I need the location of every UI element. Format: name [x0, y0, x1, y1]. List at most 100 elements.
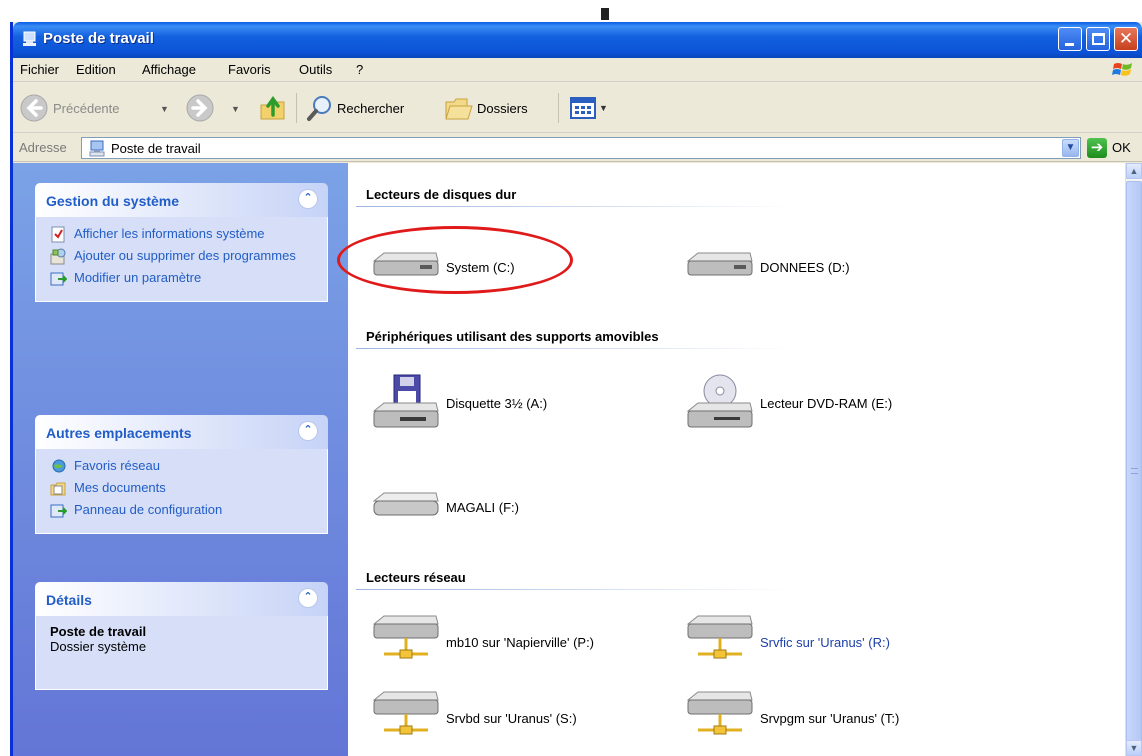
minimize-button[interactable]: [1058, 27, 1082, 51]
details-header[interactable]: Détails ⌃: [35, 582, 328, 616]
maximize-button[interactable]: [1086, 27, 1110, 51]
drive-label: MAGALI (F:): [446, 499, 519, 515]
task-change-setting[interactable]: Modifier un paramètre: [50, 269, 317, 286]
collapse-chevron-icon[interactable]: ⌃: [298, 588, 318, 608]
address-value: Poste de travail: [111, 141, 201, 156]
up-folder-button[interactable]: [258, 91, 288, 125]
menu-help[interactable]: ?: [356, 62, 363, 77]
place-my-documents[interactable]: Mes documents: [50, 479, 317, 496]
drive-r[interactable]: Srvfic sur 'Uranus' (R:): [684, 615, 890, 666]
drive-label: Disquette 3½ (A:): [446, 395, 548, 411]
drive-e[interactable]: Lecteur DVD-RAM (E:): [684, 374, 893, 428]
place-network-favorites[interactable]: Favoris réseau: [50, 457, 317, 474]
removable-drive-icon: [372, 492, 439, 516]
place-label: Favoris réseau: [74, 458, 160, 473]
details-item-type: Dossier système: [50, 639, 147, 654]
drive-label: System (C:): [446, 259, 515, 275]
forward-arrow-icon: [186, 94, 214, 122]
floppy-drive-icon: [372, 374, 439, 428]
drive-label: Lecteur DVD-RAM (E:): [760, 395, 893, 411]
menu-outils[interactable]: Outils: [299, 62, 332, 77]
place-label: Mes documents: [74, 480, 166, 495]
other-places-header[interactable]: Autres emplacements ⌃: [35, 415, 328, 449]
toolbar-separator: [558, 93, 559, 123]
network-drive-icon: [686, 691, 753, 735]
scroll-up-icon[interactable]: ▲: [1126, 163, 1142, 179]
go-label[interactable]: OK: [1112, 140, 1131, 155]
address-dropdown-button[interactable]: ▼: [1062, 139, 1079, 157]
menu-fichier[interactable]: Fichier: [20, 62, 59, 77]
folders-button[interactable]: Dossiers: [443, 91, 528, 125]
back-arrow-icon: [20, 94, 48, 122]
task-system-info[interactable]: Afficher les informations système: [50, 225, 317, 243]
details-box: Détails ⌃ Poste de travail Dossier systè…: [35, 582, 328, 690]
my-documents-icon: [50, 482, 66, 496]
other-places-body: Favoris réseau Mes documents Panneau de …: [35, 449, 328, 534]
drive-d[interactable]: DONNEES (D:): [684, 243, 850, 291]
section-divider: [356, 206, 796, 207]
network-drive-icon: [372, 691, 439, 735]
section-removable-title: Périphériques utilisant des supports amo…: [366, 329, 659, 344]
drive-t[interactable]: Srvpgm sur 'Uranus' (T:): [684, 691, 900, 742]
drive-a[interactable]: Disquette 3½ (A:): [370, 374, 548, 428]
search-button[interactable]: Rechercher: [305, 91, 404, 125]
my-computer-icon: [89, 140, 105, 157]
control-panel-icon: [50, 272, 67, 286]
forward-dropdown-icon[interactable]: ▼: [231, 104, 240, 114]
drive-label: Srvpgm sur 'Uranus' (T:): [760, 710, 900, 726]
system-info-icon: [51, 226, 65, 243]
scrollbar-thumb[interactable]: [1126, 181, 1142, 756]
scroll-down-icon[interactable]: ▼: [1126, 740, 1142, 756]
title-bar[interactable]: Poste de travail ✕: [13, 22, 1142, 58]
details-body: Poste de travail Dossier système: [35, 616, 328, 690]
minimize-icon: [1065, 43, 1074, 46]
back-button[interactable]: Précédente: [19, 91, 120, 125]
section-divider: [356, 348, 796, 349]
task-label: Modifier un paramètre: [74, 270, 202, 285]
drive-c[interactable]: System (C:): [370, 243, 515, 291]
drive-f[interactable]: MAGALI (F:): [370, 483, 519, 531]
explorer-window: Poste de travail ✕ Fichier Edition Affic…: [10, 22, 1142, 756]
views-icon: [570, 97, 596, 119]
menu-favoris[interactable]: Favoris: [228, 62, 271, 77]
back-dropdown-icon[interactable]: ▼: [160, 104, 169, 114]
windows-logo-icon: [1112, 63, 1132, 76]
back-label: Précédente: [53, 100, 120, 116]
collapse-chevron-icon[interactable]: ⌃: [298, 421, 318, 441]
my-computer-icon: [23, 31, 36, 46]
up-folder-icon: [260, 95, 285, 120]
views-button[interactable]: ▼: [569, 91, 608, 125]
standard-toolbar: Précédente ▼ ▼ Rechercher Dossiers ▼: [13, 83, 1142, 133]
address-input[interactable]: Poste de travail ▼: [81, 137, 1081, 159]
place-label: Panneau de configuration: [74, 502, 223, 517]
section-network-title: Lecteurs réseau: [366, 570, 466, 585]
task-add-remove-programs[interactable]: Ajouter ou supprimer des programmes: [50, 247, 317, 265]
close-button[interactable]: ✕: [1114, 27, 1138, 51]
go-button[interactable]: ➔: [1087, 138, 1107, 158]
network-places-icon: [52, 459, 66, 473]
place-control-panel[interactable]: Panneau de configuration: [50, 501, 317, 518]
menu-affichage[interactable]: Affichage: [142, 62, 196, 77]
search-label: Rechercher: [337, 100, 405, 116]
network-drive-icon: [372, 615, 439, 659]
control-panel-icon: [50, 504, 67, 518]
other-places-title: Autres emplacements: [46, 425, 192, 441]
grip-icon: [1131, 468, 1138, 474]
details-title: Détails: [46, 592, 92, 608]
menu-bar: Fichier Edition Affichage Favoris Outils…: [13, 58, 1142, 82]
folders-icon: [445, 98, 473, 120]
forward-button[interactable]: [185, 91, 215, 125]
vertical-scrollbar[interactable]: ▲ ▼: [1125, 163, 1142, 756]
desktop-fragment: [601, 8, 609, 20]
search-icon: [307, 96, 331, 121]
drive-label: Srvbd sur 'Uranus' (S:): [446, 710, 577, 726]
content-area: Lecteurs de disques dur System (C:) DONN…: [348, 163, 1125, 756]
network-drive-icon: [686, 615, 753, 659]
menu-edition[interactable]: Edition: [76, 62, 116, 77]
drive-p[interactable]: mb10 sur 'Napierville' (P:): [370, 615, 594, 666]
system-tasks-header[interactable]: Gestion du système ⌃: [35, 183, 328, 217]
drive-s[interactable]: Srvbd sur 'Uranus' (S:): [370, 691, 577, 742]
collapse-chevron-icon[interactable]: ⌃: [298, 189, 318, 209]
views-dropdown-icon: ▼: [599, 103, 608, 113]
system-tasks-title: Gestion du système: [46, 193, 180, 209]
